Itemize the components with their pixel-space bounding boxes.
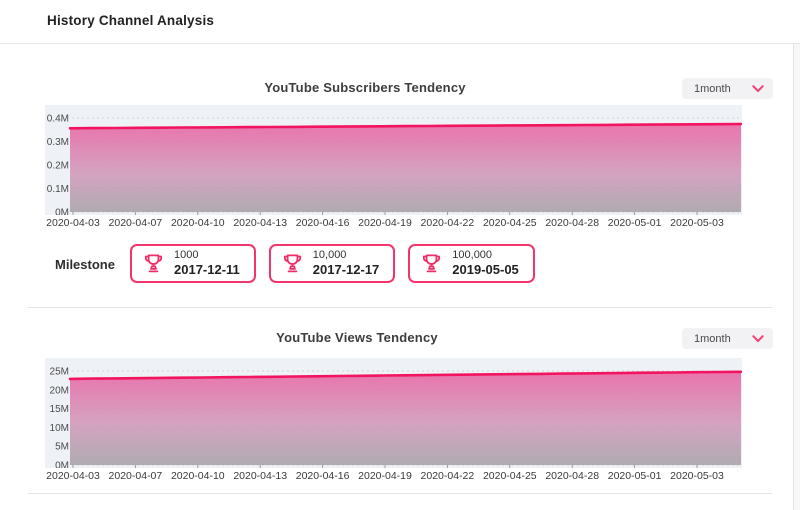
- svg-text:0M: 0M: [55, 461, 69, 469]
- milestone-date: 2019-05-05: [452, 262, 519, 278]
- milestone-date: 2017-12-17: [313, 262, 380, 278]
- chevron-down-icon: [752, 85, 764, 93]
- milestone-badges: 1000 2017-12-11 10,000 2017-12-17: [130, 244, 535, 283]
- svg-text:0.3M: 0.3M: [47, 137, 69, 148]
- range-select-value: 1month: [694, 83, 731, 95]
- page-title: History Channel Analysis: [47, 13, 214, 28]
- svg-text:0M: 0M: [55, 208, 69, 216]
- milestone-value: 100,000: [452, 249, 519, 263]
- svg-text:10M: 10M: [50, 423, 69, 434]
- milestone-badge: 1000 2017-12-11: [130, 244, 256, 283]
- page-scrollbar[interactable]: [793, 44, 800, 510]
- milestone-badge: 100,000 2019-05-05: [408, 244, 535, 283]
- subscribers-range-select[interactable]: 1month: [682, 78, 773, 99]
- svg-text:5M: 5M: [55, 442, 69, 453]
- svg-text:0.1M: 0.1M: [47, 184, 69, 195]
- milestone-badge: 10,000 2017-12-17: [269, 244, 396, 283]
- milestone-value: 10,000: [313, 249, 380, 263]
- views-x-axis-labels: 2020-04-032020-04-072020-04-102020-04-13…: [0, 470, 800, 484]
- svg-text:25M: 25M: [50, 367, 69, 378]
- svg-text:0.4M: 0.4M: [47, 114, 69, 125]
- milestone-value: 1000: [174, 249, 240, 263]
- header-divider: [0, 43, 800, 44]
- chevron-down-icon: [752, 335, 764, 343]
- section-divider: [28, 307, 772, 308]
- views-range-select[interactable]: 1month: [682, 328, 773, 349]
- svg-text:20M: 20M: [50, 385, 69, 396]
- trophy-icon: [141, 251, 166, 276]
- milestone-date: 2017-12-11: [174, 262, 240, 278]
- views-chart-title: YouTube Views Tendency: [0, 330, 714, 345]
- subscribers-chart-title: YouTube Subscribers Tendency: [0, 80, 730, 95]
- subscribers-x-axis-labels: 2020-04-032020-04-072020-04-102020-04-13…: [0, 217, 800, 231]
- milestone-label: Milestone: [55, 257, 115, 272]
- trophy-icon: [419, 251, 444, 276]
- svg-text:15M: 15M: [50, 404, 69, 415]
- subscribers-chart[interactable]: 0.4M 0.3M 0.2M 0.1M 0M: [45, 105, 742, 215]
- trophy-icon: [280, 251, 305, 276]
- svg-text:0.2M: 0.2M: [47, 161, 69, 172]
- range-select-value: 1month: [694, 333, 731, 345]
- bottom-divider: [28, 493, 772, 494]
- views-chart[interactable]: 25M 20M 15M 10M 5M 0M: [45, 358, 742, 468]
